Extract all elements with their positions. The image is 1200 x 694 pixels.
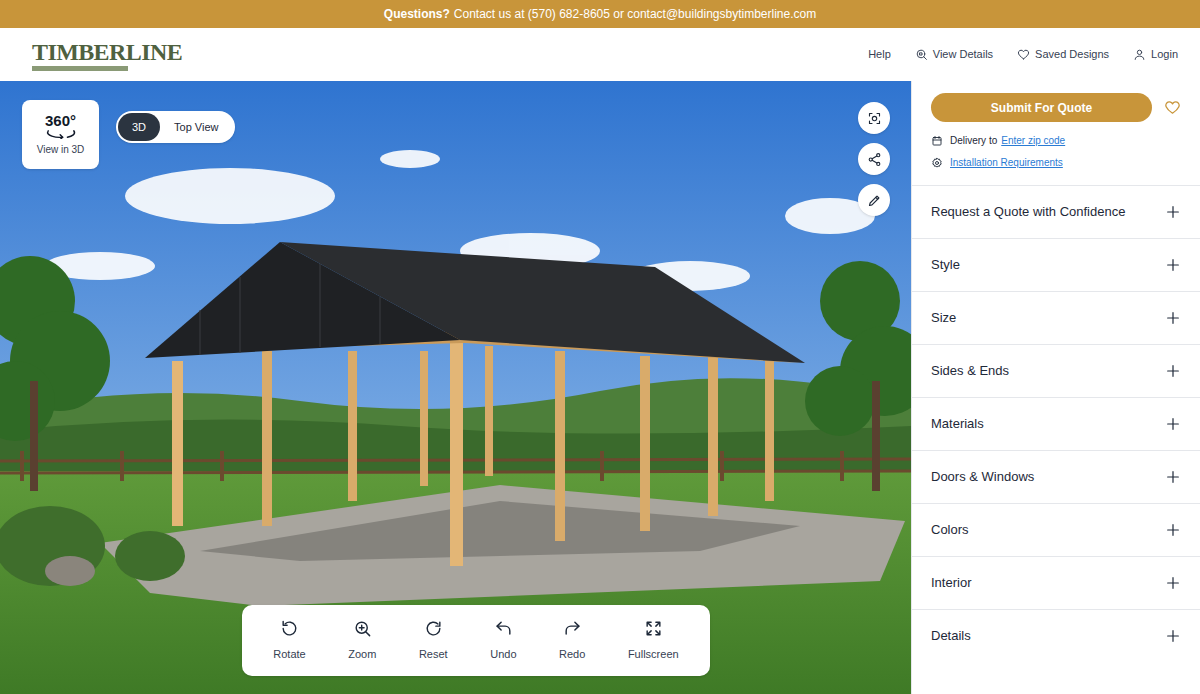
- banner-lead: Questions?: [384, 5, 450, 23]
- accordion-section[interactable]: Doors & Windows: [912, 450, 1200, 503]
- sidebar: Submit For Quote Delivery to Enter zip cod…: [911, 81, 1200, 694]
- scene-image: [0, 81, 911, 694]
- accordion-label[interactable]: Materials: [931, 414, 984, 434]
- accordion-section[interactable]: Style: [912, 238, 1200, 291]
- view-toggle-option[interactable]: Top View: [160, 113, 232, 141]
- nav-link[interactable]: View Details: [915, 46, 993, 63]
- plus-icon[interactable]: [1165, 575, 1181, 591]
- nav-link[interactable]: Login: [1133, 46, 1178, 63]
- viewer-toolbar: Rotate Zoom Reset Undo Redo Fullscreen: [242, 605, 710, 676]
- viewer-tool-button[interactable]: [858, 102, 890, 134]
- plus-icon[interactable]: [1165, 310, 1181, 326]
- accordion-section[interactable]: Interior: [912, 556, 1200, 609]
- delivery-row: Delivery to Enter zip code: [931, 133, 1181, 148]
- accordion-section[interactable]: Request a Quote with Confidence: [912, 185, 1200, 238]
- gear-icon: [931, 157, 943, 169]
- toolbar-button[interactable]: Fullscreen: [624, 619, 683, 663]
- redo-icon[interactable]: [563, 619, 582, 638]
- viewer[interactable]: 360° View in 3D 3DTop View Rotate Zoom Reset U…: [0, 81, 911, 694]
- main: 360° View in 3D 3DTop View Rotate Zoom Reset U…: [0, 81, 1200, 694]
- toolbar-label[interactable]: Redo: [559, 646, 585, 663]
- undo-icon[interactable]: [494, 619, 513, 638]
- toolbar-button[interactable]: Rotate: [269, 619, 309, 663]
- toolbar-label[interactable]: Fullscreen: [628, 646, 679, 663]
- viewer-tools: [858, 102, 890, 216]
- delivery-label: Delivery to: [950, 133, 997, 148]
- pencil-icon[interactable]: [867, 193, 882, 208]
- plus-icon[interactable]: [1165, 363, 1181, 379]
- toolbar-label[interactable]: Undo: [490, 646, 516, 663]
- accordion-section[interactable]: Details: [912, 609, 1200, 662]
- logo-underline: [32, 66, 128, 71]
- accordion-label[interactable]: Interior: [931, 573, 971, 593]
- view-toggle-option[interactable]: 3D: [118, 113, 160, 141]
- nav: Help View Details Saved Designs Login: [868, 46, 1178, 63]
- search-icon: [915, 48, 928, 61]
- accordion-section[interactable]: Sides & Ends: [912, 344, 1200, 397]
- nav-link[interactable]: Help: [868, 46, 891, 63]
- sidebar-top: Submit For Quote Delivery to Enter zip cod…: [912, 81, 1200, 185]
- logo[interactable]: TIMBERLINE: [32, 39, 182, 71]
- nav-label[interactable]: Login: [1151, 46, 1178, 63]
- nav-label[interactable]: Help: [868, 46, 891, 63]
- rotate-icon[interactable]: [280, 619, 299, 638]
- toolbar-button[interactable]: Zoom: [344, 619, 380, 663]
- view-360-label[interactable]: View in 3D: [37, 142, 85, 157]
- view-360-button[interactable]: 360° View in 3D: [22, 100, 99, 169]
- rotate-arc-icon: [45, 129, 77, 139]
- toolbar-button[interactable]: Reset: [415, 619, 452, 663]
- plus-icon[interactable]: [1165, 628, 1181, 644]
- accordion-label[interactable]: Style: [931, 255, 960, 275]
- accordion-section[interactable]: Size: [912, 291, 1200, 344]
- focus-icon[interactable]: [867, 111, 882, 126]
- top-banner: Questions?Contact us at (570) 682-8605 o…: [0, 0, 1200, 28]
- submit-quote-button[interactable]: Submit For Quote: [931, 93, 1152, 122]
- zip-code-link[interactable]: Enter zip code: [1001, 133, 1065, 148]
- plus-icon[interactable]: [1165, 469, 1181, 485]
- plus-icon[interactable]: [1165, 204, 1181, 220]
- accordion-label[interactable]: Request a Quote with Confidence: [931, 202, 1125, 222]
- nav-link[interactable]: Saved Designs: [1017, 46, 1109, 63]
- view-360-badge[interactable]: 360°: [45, 113, 76, 129]
- zoom-icon[interactable]: [353, 619, 372, 638]
- banner-text: Contact us at (570) 682-8605 or contact@…: [454, 5, 816, 23]
- plus-icon[interactable]: [1165, 416, 1181, 432]
- logo-text[interactable]: TIMBERLINE: [32, 39, 182, 65]
- plus-icon[interactable]: [1165, 257, 1181, 273]
- accordion-section[interactable]: Materials: [912, 397, 1200, 450]
- installation-link[interactable]: Installation Requirements: [950, 155, 1063, 170]
- fullscreen-icon[interactable]: [644, 619, 663, 638]
- calendar-icon: [931, 135, 943, 147]
- submit-row: Submit For Quote: [931, 93, 1181, 122]
- accordion-section[interactable]: Colors: [912, 503, 1200, 556]
- accordion-label[interactable]: Sides & Ends: [931, 361, 1009, 381]
- accordion-label[interactable]: Details: [931, 626, 971, 646]
- header: TIMBERLINE Help View Details Saved Designs L…: [0, 28, 1200, 81]
- heart-icon: [1017, 48, 1030, 61]
- accordion-label[interactable]: Colors: [931, 520, 969, 540]
- heart-icon[interactable]: [1164, 99, 1181, 116]
- view-toggle: 3DTop View: [116, 111, 235, 143]
- share-icon[interactable]: [867, 152, 882, 167]
- toolbar-label[interactable]: Rotate: [273, 646, 305, 663]
- user-icon: [1133, 48, 1146, 61]
- toolbar-label[interactable]: Reset: [419, 646, 448, 663]
- nav-label[interactable]: Saved Designs: [1035, 46, 1109, 63]
- viewer-tool-button[interactable]: [858, 184, 890, 216]
- accordion-label[interactable]: Size: [931, 308, 956, 328]
- viewer-tool-button[interactable]: [858, 143, 890, 175]
- toolbar-button[interactable]: Redo: [555, 619, 589, 663]
- reset-icon[interactable]: [424, 619, 443, 638]
- installation-row: Installation Requirements: [931, 155, 1181, 170]
- nav-label[interactable]: View Details: [933, 46, 993, 63]
- toolbar-button[interactable]: Undo: [486, 619, 520, 663]
- accordion-label[interactable]: Doors & Windows: [931, 467, 1034, 487]
- toolbar-label[interactable]: Zoom: [348, 646, 376, 663]
- plus-icon[interactable]: [1165, 522, 1181, 538]
